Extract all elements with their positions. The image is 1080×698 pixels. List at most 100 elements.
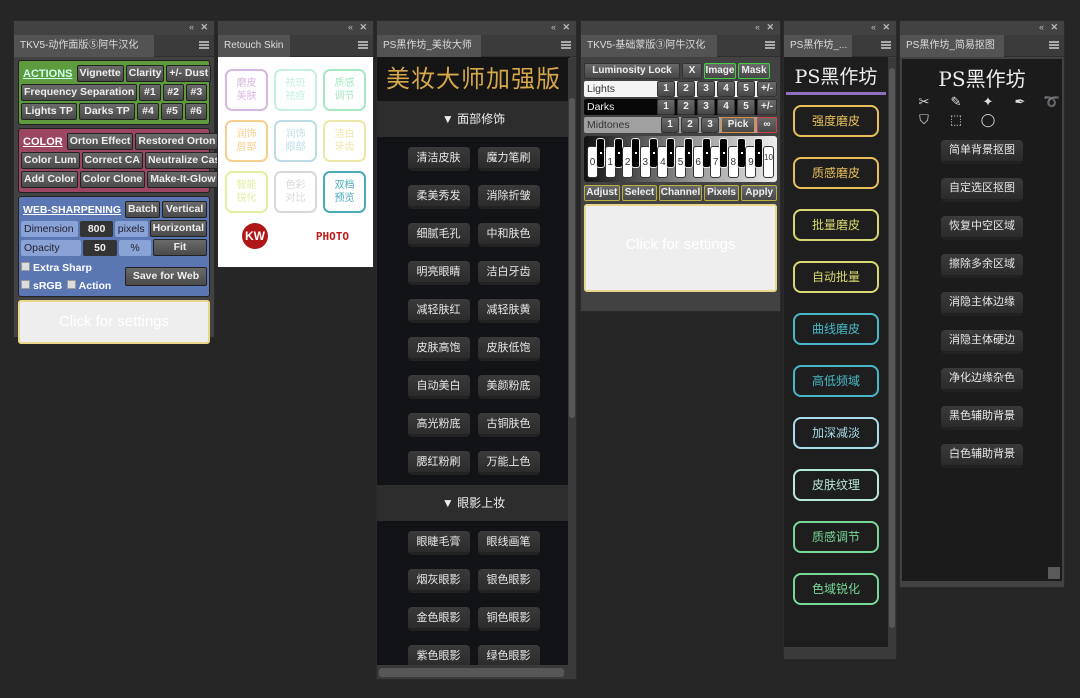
- horizontal-scrollbar[interactable]: [377, 665, 576, 679]
- panel-menu-icon[interactable]: [1049, 41, 1059, 49]
- makeup-button[interactable]: 减轻肤黄: [477, 299, 540, 323]
- pixels-button[interactable]: Pixels: [703, 185, 740, 201]
- makeup-button[interactable]: 魔力笔刷: [477, 147, 540, 171]
- batch-button[interactable]: Batch: [125, 201, 161, 218]
- hscroll-thumb[interactable]: [379, 668, 564, 677]
- darks-1-button[interactable]: 1: [657, 99, 675, 115]
- action-1-button[interactable]: #1: [139, 84, 161, 101]
- lights-4-button[interactable]: 4: [717, 81, 735, 97]
- retouch-button[interactable]: 洁白牙齿: [323, 120, 366, 162]
- neutralize-cast-button[interactable]: Neutralize Cast: [144, 152, 227, 169]
- tab-easy-cutout[interactable]: PS黑作坊_简易抠图: [900, 35, 1004, 57]
- panel-menu-icon[interactable]: [765, 41, 775, 49]
- makeup-button[interactable]: 清洁皮肤: [407, 147, 470, 171]
- makeup-button[interactable]: 眼线画笔: [477, 531, 540, 555]
- lights-5-button[interactable]: 5: [737, 81, 755, 97]
- retouch-button[interactable]: 双档预览: [323, 171, 366, 213]
- link-button[interactable]: ∞: [757, 117, 777, 133]
- click-for-settings-button[interactable]: Click for settings: [584, 204, 777, 292]
- panel-menu-icon[interactable]: [881, 41, 891, 49]
- makeup-button[interactable]: 皮肤低饱: [477, 337, 540, 361]
- midtones-2-button[interactable]: 2: [681, 117, 699, 133]
- makeup-button[interactable]: 金色眼影: [407, 607, 470, 631]
- close-icon[interactable]: ✕: [1050, 22, 1058, 33]
- makeup-button[interactable]: 万能上色: [477, 451, 540, 475]
- eraser-icon[interactable]: ✂: [914, 94, 934, 110]
- dust-button[interactable]: +/- Dust: [166, 65, 212, 82]
- section-header[interactable]: ▼ 眼影上妆: [377, 485, 570, 521]
- makeup-button[interactable]: 细腻毛孔: [407, 223, 470, 247]
- panel-menu-icon[interactable]: [358, 41, 368, 49]
- makeup-button[interactable]: 柔美秀发: [407, 185, 470, 209]
- web-sharpening-link[interactable]: WEB-SHARPENING: [21, 204, 123, 216]
- extra-sharp-checkbox[interactable]: [21, 262, 30, 272]
- save-for-web-button[interactable]: Save for Web: [125, 266, 207, 286]
- pick-button[interactable]: Pick: [721, 117, 755, 133]
- smoothing-button[interactable]: 质感调节: [793, 521, 879, 553]
- makeup-button[interactable]: 烟灰眼影: [407, 569, 470, 593]
- collapse-icon[interactable]: «: [551, 22, 556, 32]
- darks-toggle-button[interactable]: +/-: [757, 99, 777, 115]
- makeup-button[interactable]: 皮肤高饱: [407, 337, 470, 361]
- close-icon[interactable]: ✕: [882, 22, 890, 33]
- zone-key[interactable]: 10: [763, 146, 774, 178]
- opacity-input[interactable]: 50: [83, 239, 117, 256]
- makeup-button[interactable]: 中和肤色: [477, 223, 540, 247]
- apply-button[interactable]: Apply: [741, 185, 778, 201]
- midtones-3-button[interactable]: 3: [701, 117, 719, 133]
- retouch-button[interactable]: 润饰唇部: [225, 120, 268, 162]
- tab-tkv5-actions[interactable]: TKV5-动作面版⑤阿牛汉化: [14, 35, 154, 57]
- close-icon[interactable]: ✕: [359, 22, 367, 33]
- smoothing-button[interactable]: 曲线磨皮: [793, 313, 879, 345]
- makeup-button[interactable]: 消除折皱: [477, 185, 540, 209]
- makeup-button[interactable]: 明亮眼睛: [407, 261, 470, 285]
- collapse-icon[interactable]: «: [871, 22, 876, 32]
- tab-retouch-skin[interactable]: Retouch Skin: [218, 35, 290, 57]
- action-5-button[interactable]: #5: [161, 103, 183, 120]
- darks-4-button[interactable]: 4: [717, 99, 735, 115]
- adjust-button[interactable]: Adjust: [584, 185, 620, 201]
- darks-3-button[interactable]: 3: [697, 99, 715, 115]
- action-3-button[interactable]: #3: [185, 84, 207, 101]
- tab-makeup-master[interactable]: PS黑作坊_美妆大师: [377, 35, 481, 57]
- mask-button[interactable]: Mask: [738, 63, 770, 79]
- smoothing-button[interactable]: 高低频域: [793, 365, 879, 397]
- clarity-button[interactable]: Clarity: [125, 65, 165, 82]
- cutout-button[interactable]: 净化边缘杂色: [941, 368, 1023, 392]
- close-icon[interactable]: ✕: [766, 22, 774, 33]
- makeup-button[interactable]: 眼睫毛膏: [407, 531, 470, 555]
- lights-tp-button[interactable]: Lights TP: [21, 103, 77, 120]
- retouch-button[interactable]: 智能锐化: [225, 171, 268, 213]
- makeup-button[interactable]: 铜色眼影: [477, 607, 540, 631]
- scrollbar-thumb[interactable]: [889, 68, 895, 628]
- vignette-button[interactable]: Vignette: [76, 65, 124, 82]
- lights-1-button[interactable]: 1: [657, 81, 675, 97]
- brush-icon[interactable]: ✎: [946, 94, 966, 110]
- magic-wand-icon[interactable]: ✦: [978, 94, 998, 110]
- cutout-button[interactable]: 擦除多余区域: [941, 254, 1023, 278]
- dimension-input[interactable]: 800: [80, 220, 113, 237]
- pen-icon[interactable]: ✒: [1010, 94, 1030, 110]
- luminosity-lock-button[interactable]: Luminosity Lock: [584, 63, 680, 79]
- makeup-button[interactable]: 绿色眼影: [477, 645, 540, 667]
- collapse-icon[interactable]: «: [189, 22, 194, 32]
- vertical-scrollbar[interactable]: [888, 58, 896, 648]
- lights-3-button[interactable]: 3: [697, 81, 715, 97]
- section-header[interactable]: ▼ 面部修饰: [377, 101, 570, 137]
- makeup-button[interactable]: 美颜粉底: [477, 375, 540, 399]
- midtones-1-button[interactable]: 1: [661, 117, 679, 133]
- action-checkbox[interactable]: [66, 280, 76, 290]
- cutout-button[interactable]: 简单背景抠图: [941, 140, 1023, 164]
- restored-orton-button[interactable]: Restored Orton: [135, 133, 219, 150]
- vertical-scrollbar[interactable]: [568, 58, 576, 668]
- color-clone-button[interactable]: Color Clone: [79, 171, 146, 188]
- frequency-separation-button[interactable]: Frequency Separation: [21, 84, 138, 101]
- smoothing-button[interactable]: 色域锐化: [793, 573, 879, 605]
- zone-divider-key[interactable]: [719, 138, 729, 168]
- click-for-settings-button[interactable]: Click for settings: [18, 300, 210, 344]
- zone-divider-key[interactable]: [596, 138, 605, 168]
- retouch-button[interactable]: 磨皮美肤: [225, 69, 268, 111]
- action-6-button[interactable]: #6: [185, 103, 207, 120]
- srgb-checkbox[interactable]: [21, 280, 30, 290]
- horizontal-scrollbar[interactable]: [784, 647, 896, 659]
